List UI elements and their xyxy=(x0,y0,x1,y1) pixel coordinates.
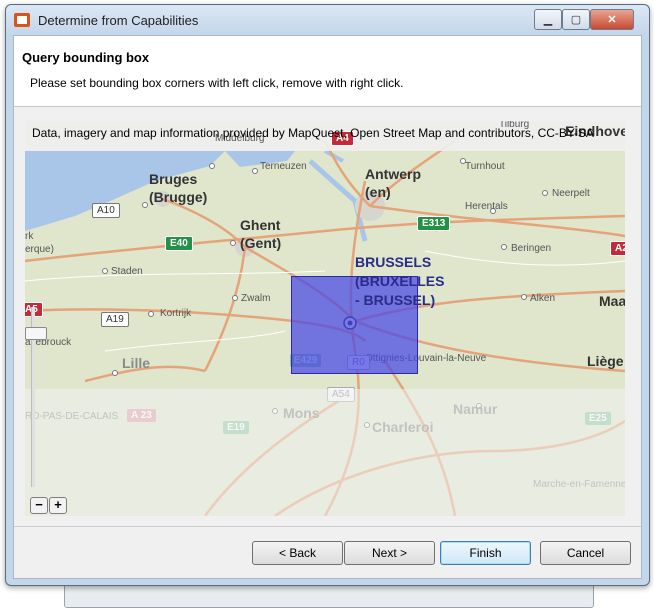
map-place-label: Neerpelt xyxy=(552,188,590,199)
minimize-icon: ▁ xyxy=(543,14,553,26)
map-place-label: Bruges xyxy=(149,171,198,187)
map-attribution: Data, imagery and map information provid… xyxy=(32,126,594,140)
dialog-content: Query bounding box Please set bounding b… xyxy=(13,35,642,579)
finish-button[interactable]: Finish xyxy=(440,541,531,565)
map-place-label: Liège xyxy=(587,353,624,369)
title-bar: Determine from Capabilities ▁ ▢ ✕ xyxy=(6,5,649,35)
road-shield: E313 xyxy=(417,216,451,231)
wizard-header: Query bounding box Please set bounding b… xyxy=(14,36,641,107)
map-place-label: Maa xyxy=(599,293,625,309)
bounding-box-map[interactable]: MiddelburgTerneuzenTilburgEindhoverBruge… xyxy=(25,121,625,516)
map-place-label: (Gent) xyxy=(240,235,282,251)
zoom-out-button[interactable]: − xyxy=(30,497,48,514)
capital-label: BRUSSELS xyxy=(355,254,432,270)
map-place-label: (en) xyxy=(365,184,391,200)
map-place-label: Antwerp xyxy=(365,166,421,182)
next-button[interactable]: Next > xyxy=(344,541,435,565)
window-title: Determine from Capabilities xyxy=(38,13,199,28)
cancel-button[interactable]: Cancel xyxy=(540,541,631,565)
map-place-label: Ghent xyxy=(240,217,281,233)
map-place-label: Terneuzen xyxy=(260,161,307,172)
road-shield: A10 xyxy=(92,203,120,218)
maximize-icon: ▢ xyxy=(570,14,582,26)
maximize-button[interactable]: ▢ xyxy=(562,9,590,30)
close-icon: ✕ xyxy=(607,14,617,26)
button-bar-separator xyxy=(14,526,641,527)
map-place-label: Herentals xyxy=(465,201,508,212)
close-button[interactable]: ✕ xyxy=(590,9,634,30)
road-shield: A2 xyxy=(610,241,625,256)
road-shield: E40 xyxy=(165,236,193,251)
zoom-in-button[interactable]: + xyxy=(49,497,67,514)
minimize-button[interactable]: ▁ xyxy=(534,9,562,30)
page-description: Please set bounding box corners with lef… xyxy=(30,76,404,90)
zoom-slider-handle[interactable] xyxy=(25,327,47,340)
capital-label: (BRUXELLES xyxy=(355,273,445,289)
road-shield: A19 xyxy=(101,312,129,327)
capital-label: - BRUSSEL) xyxy=(355,292,436,308)
app-icon xyxy=(14,13,30,27)
map-place-label: Staden xyxy=(111,266,143,277)
map-place-label: Turnhout xyxy=(465,161,505,172)
map-place-label: Kortrijk xyxy=(160,308,192,319)
map-place-label: erque) xyxy=(25,244,54,255)
map-place-label: Zwalm xyxy=(241,293,271,304)
map-place-label: Lille xyxy=(122,355,151,371)
map-place-label: rk xyxy=(25,231,34,242)
map-place-label: Beringen xyxy=(511,243,552,254)
map-place-label: (Brugge) xyxy=(149,189,208,205)
back-button[interactable]: < Back xyxy=(252,541,343,565)
page-title: Query bounding box xyxy=(22,50,150,65)
wizard-dialog: Determine from Capabilities ▁ ▢ ✕ Query … xyxy=(5,4,650,586)
map-place-label: Alken xyxy=(530,293,556,304)
map-fade-overlay xyxy=(25,389,625,516)
